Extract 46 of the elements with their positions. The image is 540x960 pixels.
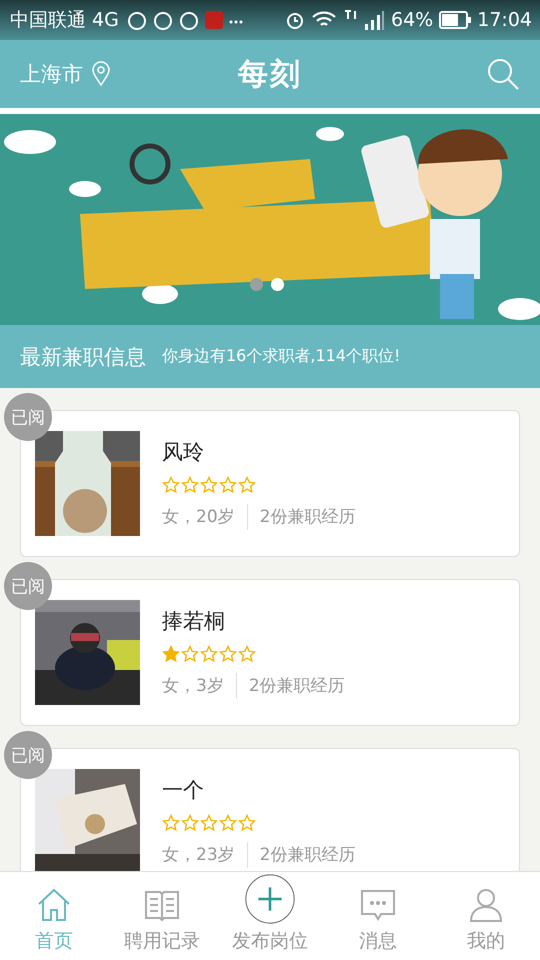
carrier-text: 中国联通 4G [10, 8, 119, 33]
location-pin-icon[interactable] [91, 61, 111, 87]
nav-tab[interactable]: 聘用记录 [108, 872, 216, 960]
candidate-name: 捧若桐 [162, 608, 226, 634]
user-icon [467, 886, 505, 924]
star-icon [181, 476, 199, 494]
nav-tab[interactable]: 消息 [324, 872, 432, 960]
experience-text: 2份兼职经历 [260, 506, 356, 528]
city-selector[interactable]: 上海市 [20, 60, 83, 88]
read-badge: 已阅 [4, 393, 52, 441]
star-icon [181, 814, 199, 832]
gender-age-text: 女，20岁 [162, 506, 235, 528]
star-icon [162, 476, 180, 494]
star-icon [238, 644, 256, 662]
gender-age-text: 女，23岁 [162, 844, 235, 866]
battery-percent: 64% [391, 9, 434, 31]
star-icon [162, 644, 180, 662]
gender-age-text: 女，3岁 [162, 675, 224, 697]
nav-tab[interactable]: 首页 [0, 872, 108, 960]
alarm-icon [285, 10, 305, 30]
star-icon [238, 814, 256, 832]
nav-tab[interactable]: 我的 [432, 872, 540, 960]
nav-tab[interactable]: 发布岗位 [216, 872, 324, 960]
plus-icon [243, 874, 297, 924]
star-icon [238, 476, 256, 494]
read-badge: 已阅 [4, 562, 52, 610]
candidate-name: 一个 [162, 776, 205, 804]
star-icon [200, 814, 218, 832]
star-icon [219, 644, 237, 662]
signal-icon [343, 9, 385, 31]
section-subtitle: 你身边有16个求职者,114个职位! [162, 346, 400, 367]
app-logo: 每刻 [238, 56, 302, 94]
star-icon [200, 644, 218, 662]
star-icon [162, 814, 180, 832]
experience-text: 2份兼职经历 [260, 844, 356, 866]
star-icon [181, 644, 199, 662]
star-icon [219, 814, 237, 832]
section-title: 最新兼职信息 [20, 344, 146, 370]
status-time: 17:04 [477, 9, 532, 31]
star-icon [219, 476, 237, 494]
candidate-name: 风玲 [162, 438, 205, 466]
battery-icon [439, 11, 472, 29]
experience-text: 2份兼职经历 [248, 675, 345, 697]
star-icon [200, 476, 218, 494]
search-icon[interactable] [486, 57, 520, 91]
read-badge: 已阅 [4, 731, 52, 779]
